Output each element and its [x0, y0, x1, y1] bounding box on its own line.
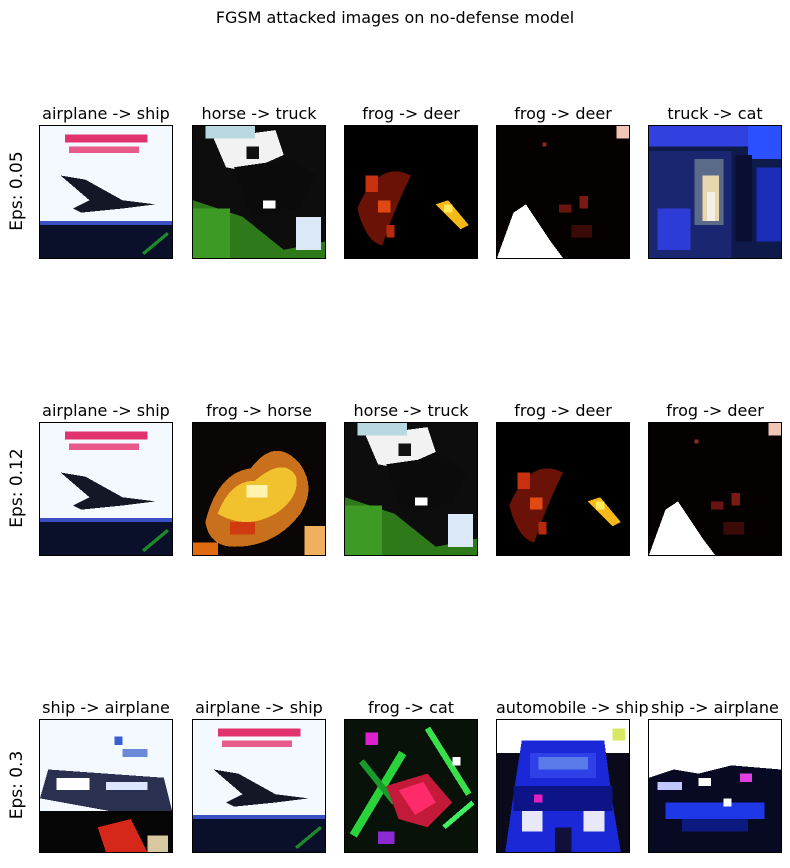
attacked-image [192, 422, 326, 556]
cell-title: ship -> airplane [651, 698, 779, 717]
image-cell: ship -> airplane [39, 697, 173, 853]
attacked-image [344, 719, 478, 853]
attacked-image [496, 125, 630, 259]
cell-title: truck -> cat [667, 104, 763, 123]
attacked-image [648, 125, 782, 259]
image-cell: airplane -> ship [39, 103, 173, 259]
cell-title: airplane -> ship [195, 698, 323, 717]
image-cell: airplane -> ship [192, 697, 326, 853]
image-cell: frog -> deer [496, 103, 630, 259]
cell-title: frog -> cat [367, 698, 455, 717]
cell-title: frog -> deer [514, 401, 612, 420]
attacked-image [496, 719, 630, 853]
row-label: Eps: 0.3 [7, 750, 27, 820]
image-cell: horse -> truck [344, 400, 478, 556]
row-label: Eps: 0.05 [7, 151, 27, 231]
cell-title: horse -> truck [353, 401, 469, 420]
cell-title: frog -> horse [206, 401, 312, 420]
image-cell: frog -> deer [344, 103, 478, 259]
figure-title: FGSM attacked images on no-defense model [215, 8, 575, 27]
attacked-image [344, 125, 478, 259]
attacked-image [39, 125, 173, 259]
attacked-image [344, 422, 478, 556]
image-cell: ship -> airplane [648, 697, 782, 853]
image-cell: frog -> deer [496, 400, 630, 556]
image-cell: automobile -> ship [496, 697, 649, 853]
cell-title: ship -> airplane [42, 698, 170, 717]
cell-title: airplane -> ship [42, 401, 170, 420]
cell-title: airplane -> ship [42, 104, 170, 123]
cell-title: frog -> deer [362, 104, 460, 123]
image-cell: horse -> truck [192, 103, 326, 259]
cell-title: frog -> deer [514, 104, 612, 123]
attacked-image [648, 422, 782, 556]
attacked-image [192, 125, 326, 259]
image-cell: frog -> deer [648, 400, 782, 556]
cell-title: horse -> truck [201, 104, 317, 123]
attacked-image [648, 719, 782, 853]
attacked-image [39, 422, 173, 556]
attacked-image [39, 719, 173, 853]
image-cell: frog -> cat [344, 697, 478, 853]
cell-title: automobile -> ship [496, 698, 649, 717]
attacked-image [496, 422, 630, 556]
row-label: Eps: 0.12 [7, 448, 27, 528]
image-cell: truck -> cat [648, 103, 782, 259]
image-cell: frog -> horse [192, 400, 326, 556]
cell-title: frog -> deer [666, 401, 764, 420]
image-cell: airplane -> ship [39, 400, 173, 556]
attacked-image [192, 719, 326, 853]
